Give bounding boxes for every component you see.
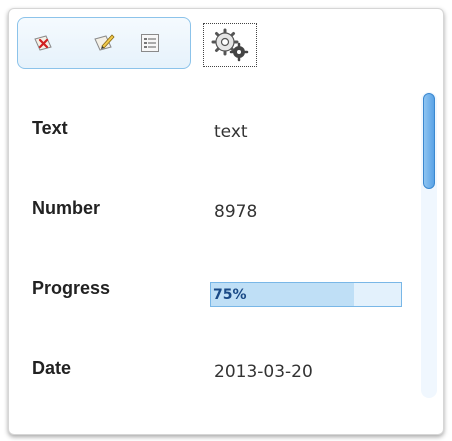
- field-label: Text: [32, 118, 68, 138]
- toolbar: [17, 17, 191, 69]
- view-details-button[interactable]: [135, 28, 165, 58]
- field-value: 2013-03-20: [214, 362, 313, 382]
- field-label: Progress: [32, 278, 111, 298]
- field-value: text: [214, 122, 248, 142]
- settings-button[interactable]: [203, 23, 257, 67]
- card-edit-icon: [94, 34, 115, 51]
- card-delete-icon: [34, 35, 52, 51]
- delete-record-button[interactable]: [28, 28, 58, 58]
- progress-label: 75%: [213, 287, 247, 303]
- gears-icon: [211, 28, 249, 62]
- field-row-date: Date 2013-03-20: [17, 358, 417, 398]
- field-row-text: Text text: [17, 118, 417, 158]
- field-label: Date: [32, 358, 72, 378]
- record-actions-group: [17, 17, 191, 69]
- field-row-progress: Progress 75%: [17, 278, 417, 318]
- field-label: Number: [32, 198, 101, 218]
- field-value: 8978: [214, 202, 258, 222]
- field-row-number: Number 8978: [17, 198, 417, 238]
- field-list: Text text Number 8978 Progress 75% Date …: [17, 85, 421, 405]
- list-view-icon: [141, 34, 159, 52]
- progress-bar: 75%: [210, 282, 402, 307]
- vertical-scrollbar[interactable]: [421, 92, 437, 398]
- edit-record-button[interactable]: [89, 28, 119, 58]
- scrollbar-thumb[interactable]: [423, 93, 435, 189]
